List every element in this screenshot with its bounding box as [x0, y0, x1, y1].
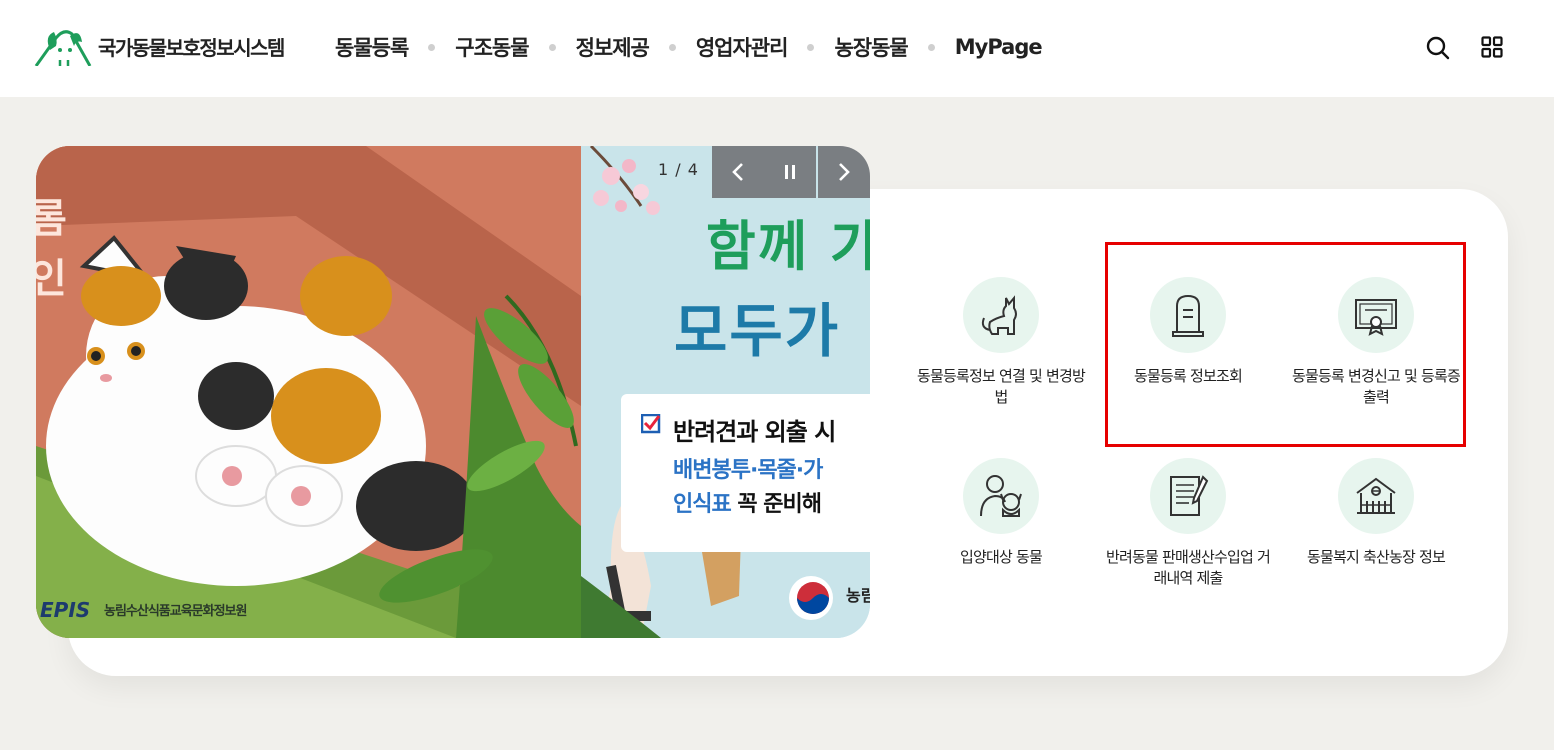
- service-label: 동물등록정보 연결 및 변경방법: [917, 367, 1086, 406]
- nav-information[interactable]: 정보제공: [576, 32, 650, 62]
- dog-cat-logo-icon: [34, 30, 92, 66]
- service-label: 동물복지 축산농장 정보: [1307, 548, 1446, 566]
- service-trade-report-submit[interactable]: 반려동물 판매생산수입업 거래내역 제출: [1088, 458, 1288, 589]
- site-title: 국가동물보호정보시스템: [98, 35, 285, 60]
- nav-rescued-animals[interactable]: 구조동물: [455, 32, 529, 62]
- nav-separator: [428, 43, 436, 51]
- service-icon-circle: [1338, 458, 1414, 534]
- slide-partial-text: 롬: [36, 196, 67, 242]
- nav-separator: [668, 43, 676, 51]
- site-header: 국가동물보호정보시스템 동물등록 구조동물 정보제공 영업자관리 농장동물 My…: [0, 0, 1554, 97]
- slide-note-line-3: 인식표 꼭 준비해: [673, 486, 822, 518]
- grid-menu-icon[interactable]: [1481, 36, 1503, 62]
- service-label: 입양대상 동물: [960, 548, 1043, 566]
- main-nav: 동물등록 구조동물 정보제공 영업자관리 농장동물 MyPage: [335, 32, 1043, 62]
- nav-separator: [927, 43, 935, 51]
- chevron-left-icon: [732, 163, 743, 181]
- service-welfare-farm-info[interactable]: 동물복지 축산농장 정보: [1276, 458, 1476, 568]
- nav-farm-animals[interactable]: 농장동물: [834, 32, 908, 62]
- checkbox-checked-icon: [640, 413, 661, 438]
- slide-headline-2: 모두가: [674, 297, 841, 365]
- pause-icon: [785, 165, 795, 179]
- barn-icon: [1356, 477, 1396, 514]
- service-adoptable-animals[interactable]: 입양대상 동물: [901, 458, 1101, 568]
- service-change-report-print[interactable]: 동물등록 변경신고 및 등록증출력: [1276, 277, 1476, 408]
- nav-separator: [807, 43, 815, 51]
- banner-slide-walk[interactable]: 함께 가 모두가 반려견과 외출 시 배변봉투·목줄·가 인식표 꼭 준비해 농…: [581, 146, 870, 638]
- nav-business-management[interactable]: 영업자관리: [696, 32, 789, 62]
- nav-mypage[interactable]: MyPage: [955, 35, 1043, 59]
- service-label: 반려동물 판매생산수입업 거래내역 제출: [1106, 548, 1271, 587]
- slide-partial-text: 인: [36, 256, 67, 302]
- service-icon-circle: [1150, 458, 1226, 534]
- epis-logo: EPIS: [40, 598, 91, 622]
- banner-carousel[interactable]: 롬 인 EPIS 농림수산식품교육문화정보원 함께 가 모두가 반려견과 외출 …: [36, 146, 870, 638]
- epis-org-name: 농림수산식품교육문화정보원: [104, 604, 247, 619]
- banner-slide-cat[interactable]: 롬 인 EPIS 농림수산식품교육문화정보원: [36, 146, 581, 638]
- chevron-right-icon: [839, 163, 850, 181]
- slide-note-highlight: 인식표: [673, 492, 732, 517]
- service-icon-circle: [963, 458, 1039, 534]
- ministry-name: 농림: [846, 586, 870, 605]
- service-label: 동물등록 변경신고 및 등록증출력: [1292, 367, 1461, 406]
- service-icon-circle: [1338, 277, 1414, 353]
- certificate-icon: [1355, 299, 1397, 336]
- slide-note-line-2: 배변봉투·목줄·가: [673, 458, 823, 483]
- service-label: 동물등록 정보조회: [1134, 367, 1243, 385]
- carousel-prev-button[interactable]: [712, 146, 764, 198]
- service-icon-circle: [963, 277, 1039, 353]
- nav-animal-registration[interactable]: 동물등록: [335, 32, 409, 62]
- nav-separator: [548, 43, 556, 51]
- service-icon-circle: [1150, 277, 1226, 353]
- tombstone-icon: [1172, 294, 1204, 337]
- service-registration-link-guide[interactable]: 동물등록정보 연결 및 변경방법: [901, 277, 1101, 408]
- service-registration-lookup[interactable]: 동물등록 정보조회: [1088, 277, 1288, 387]
- cat-icon: [981, 295, 1017, 335]
- slide-note-line-1: 반려견과 외출 시: [673, 418, 836, 446]
- slide-note-rest: 꼭 준비해: [730, 492, 822, 517]
- carousel-counter: 1 / 4: [658, 160, 699, 179]
- carousel-pause-button[interactable]: [764, 146, 816, 198]
- site-logo[interactable]: 국가동물보호정보시스템: [34, 26, 285, 66]
- person-with-dog-icon: [980, 475, 1022, 517]
- cat-illustration: [36, 146, 581, 638]
- search-icon[interactable]: [1426, 36, 1450, 64]
- document-pen-icon: [1170, 475, 1209, 516]
- slide-headline-1: 함께 가: [706, 215, 870, 278]
